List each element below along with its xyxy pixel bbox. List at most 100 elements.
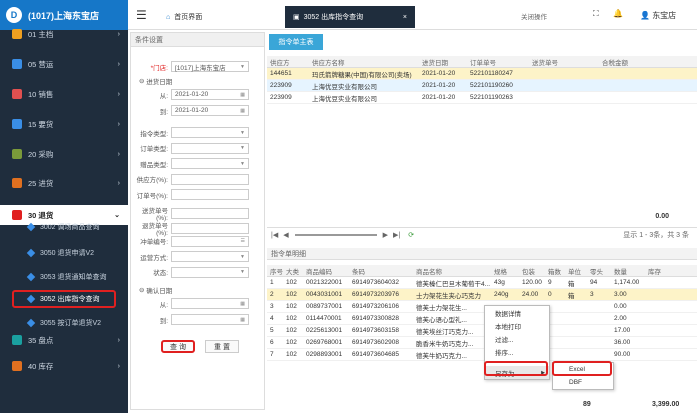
context-item-0[interactable]: 数据详情 [485,306,549,319]
menu-item-2[interactable]: 10 销售 › [0,84,128,104]
collapse-icon[interactable]: ⊖ [139,286,144,294]
context-item-2[interactable]: 过滤... [485,332,549,345]
table-row[interactable]: 144651 玛氏箭牌糖果(中国)有限公司(卖场) 2021-01-20 522101… [267,68,697,80]
query-button[interactable]: 查 询 [161,340,195,353]
filter-input[interactable] [171,189,249,200]
confirm-to[interactable]: ▦ [171,314,249,325]
context-item-1[interactable]: 本地打印 [485,319,549,332]
calendar-icon[interactable]: ▦ [240,92,245,98]
chevron-icon: › [117,90,120,98]
chevron-down-icon: ▼ [240,129,245,136]
topbar: ☰ ⌂ 首页界面 ▣ 3052 出库指令查询 × 关闭操作 ⛶ 🔔 👤 东宝店 [128,0,697,30]
filter-input[interactable] [171,173,249,185]
menu-bottom-0[interactable]: 35 盘点 › [0,330,128,350]
submenu-item-2[interactable]: 3053 退货通知单查询 [0,268,128,286]
doc-icon: ▣ [293,14,300,21]
reset-button[interactable]: 重 置 [205,340,239,353]
table-row[interactable]: 223909 上海优豆实业有限公司 2021-01-20 522101190263 [267,92,697,104]
filter-input[interactable]: ▼ [171,127,249,138]
menu-icon [12,335,22,345]
fullscreen-icon[interactable]: ⛶ [593,9,599,19]
filter-field: 指令类型: ▼ [135,127,249,138]
hamburger-icon[interactable]: ☰ [136,8,147,22]
tab-home[interactable]: ⌂ 首页界面 [158,6,210,28]
close-ops-menu[interactable]: 关闭操作 [521,11,547,21]
close-icon[interactable]: × [403,14,407,21]
date-from[interactable]: 2021-01-20 ▦ [171,89,249,100]
master-total: 0.00 [655,213,669,220]
table-row[interactable]: 6 102 0269768001 6914973602908 脆香米牛奶巧克力... 36… [267,337,697,349]
date-section: ⊖ 进货日期 [139,77,173,86]
filter-input[interactable]: ▼ [171,251,249,262]
last-page-icon[interactable]: ▶| [393,231,400,239]
filter-panel: 条件设置 *门店: [1017]上海东宝店 ▼ ⊖ 进货日期 从: 2021-01-2… [130,32,265,410]
tab-master[interactable]: 指令单主表 [269,34,323,50]
user-menu[interactable]: 👤 东宝店 [640,10,676,21]
menu-item-0[interactable]: 01 主档 › [0,24,128,44]
page-slider[interactable] [294,233,377,236]
submenu-item-1[interactable]: 3050 退货申请V2 [0,244,128,262]
table-row[interactable]: 1 102 0021322001 6914973604032 德芙榛仁巴旦木葡萄干4..… [267,277,697,289]
main-area: 指令单主表 供应方 供应方名称 进货日期 订单单号 送货单号 合税金额 144651 玛氏箭… [267,32,697,413]
submenu-item-0[interactable]: 3002 调场商品查询 [0,218,128,236]
menu-item-5[interactable]: 25 进货 › [0,173,128,193]
highlight-excel [552,361,612,376]
table-row[interactable]: 5 102 0225613001 6914973603158 德芙埃丝汀巧克力... 17… [267,325,697,337]
chevron-down-icon: ▼ [240,63,245,70]
confirm-from[interactable]: ▦ [171,298,249,309]
menu-icon [12,119,22,129]
filter-input[interactable]: ☰ [171,235,249,247]
filter-field: 供应方(%): [135,173,249,185]
bell-icon[interactable]: 🔔 [613,9,623,18]
filter-input[interactable] [171,223,249,234]
calendar-icon[interactable]: ▦ [240,317,245,323]
filter-field: 运营方式: ▼ [135,251,249,262]
list-icon[interactable]: ☰ [241,238,245,244]
detail-grid: 序号 大类 商品编码 条码 商品名称 规格 包装 箱数 单位 零头 数量 库存 1 102 0021322… [267,265,697,361]
submenu-item-3[interactable]: 3052 出库指令查询 [12,290,116,308]
diamond-icon [26,318,36,328]
filter-input[interactable]: ▼ [171,158,249,169]
filter-input[interactable] [171,207,249,219]
master-header: 供应方 供应方名称 进货日期 订单单号 送货单号 合税金额 [267,56,697,68]
diamond-icon [26,294,36,304]
filter-field: 送货单号(%): [135,205,249,222]
table-row[interactable]: 3 102 0089737001 6914973206106 德芙士力架花生... 0.0… [267,301,697,313]
store-row: *门店: [1017]上海东宝店 ▼ [135,61,249,72]
store-title: (1017)上海东宝店 [28,10,100,21]
context-item-3[interactable]: 排序... [485,345,549,358]
filter-input[interactable]: ▼ [171,266,249,278]
filter-field: 冲单编号: ☰ [135,235,249,247]
calendar-icon[interactable]: ▦ [240,108,245,114]
collapse-icon[interactable]: ⊖ [139,77,144,85]
menu-icon [12,59,22,69]
chevron-down-icon: ▼ [240,160,245,167]
menu-item-3[interactable]: 15 要货 › [0,114,128,134]
chevron-icon: › [117,336,120,344]
prev-page-icon[interactable]: ◀ [283,231,288,239]
first-page-icon[interactable]: |◀ [271,231,278,239]
table-row[interactable]: 2 102 0043031001 6914973203976 士力架花生夹心巧克力 240… [267,289,697,301]
store-select[interactable]: [1017]上海东宝店 ▼ [171,61,249,72]
chevron-icon: › [117,60,120,68]
total-boxes: 89 [583,401,591,408]
refresh-icon[interactable]: ⟳ [408,231,414,239]
menu-item-4[interactable]: 20 采购 › [0,144,128,164]
save-as-1[interactable]: DBF [553,376,613,389]
diamond-icon [26,272,36,282]
chevron-down-icon: ▼ [240,145,245,151]
table-row[interactable]: 4 102 0114470001 6914973300828 德芙心语心型礼... 2.0… [267,313,697,325]
menu-bottom-1[interactable]: 40 库存 › [0,356,128,376]
filter-input[interactable]: ▼ [171,142,249,154]
menu-icon [12,178,22,188]
date-to[interactable]: 2021-01-20 ▦ [171,105,249,116]
total-qty: 3,399.00 [652,401,680,408]
tab-outbound-query[interactable]: ▣ 3052 出库指令查询 × [285,6,415,28]
menu-item-1[interactable]: 05 营运 › [0,54,128,74]
chevron-icon: › [117,120,120,128]
calendar-icon[interactable]: ▦ [240,301,245,307]
sidebar: D (1017)上海东宝店 01 主档 › 05 营运 › 10 销售 › 15 要货 › 20 … [0,0,128,413]
table-row[interactable]: 223909 上海优豆实业有限公司 2021-01-20 522101190260 [267,80,697,92]
next-page-icon[interactable]: ▶ [383,231,388,239]
table-row[interactable]: 7 102 0298893001 6914973604685 德芙牛奶巧克力... 90.… [267,349,697,361]
